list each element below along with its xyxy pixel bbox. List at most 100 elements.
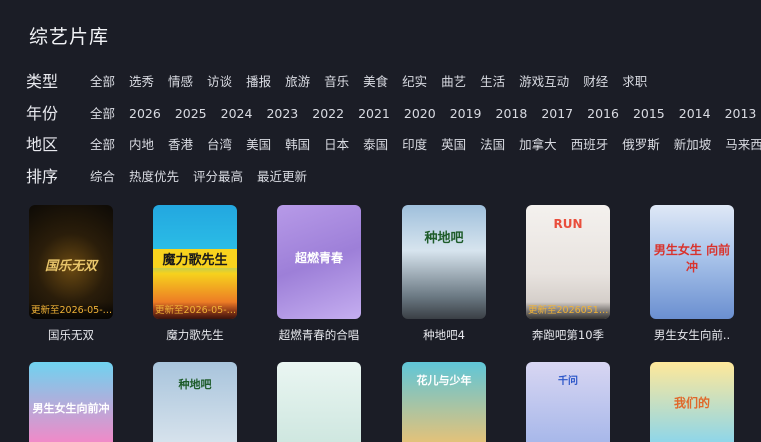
show-card-row2-1[interactable]: 男生女生向前冲 [29, 362, 113, 442]
poster-image: 超燃青春 [277, 205, 361, 319]
filter-option[interactable]: 音乐 [324, 71, 349, 93]
filter-option[interactable]: 全部 [90, 103, 115, 125]
filter-option[interactable]: 内地 [129, 134, 154, 156]
filter-option[interactable]: 法国 [480, 134, 505, 156]
filter-option[interactable]: 俄罗斯 [622, 134, 660, 156]
filter-option[interactable]: 选秀 [129, 71, 154, 93]
filter-label: 排序 [26, 167, 59, 186]
filter-options: 全部 选秀 情感 访谈 播报 旅游 音乐 美食 纪实 曲艺 生活 游戏互动 财经 求职 [90, 71, 661, 93]
filter-option[interactable]: 访谈 [207, 71, 232, 93]
filter-option[interactable]: 日本 [324, 134, 349, 156]
filter-option[interactable]: 评分最高 [193, 166, 243, 188]
filter-option[interactable]: 热度优先 [129, 166, 179, 188]
filter-option[interactable]: 最近更新 [257, 166, 307, 188]
filter-option[interactable]: 2016 [587, 103, 619, 125]
page-title: 综艺片库 [29, 26, 110, 48]
filter-option[interactable]: 2022 [312, 103, 344, 125]
poster-image [277, 362, 361, 442]
filter-option[interactable]: 2017 [541, 103, 573, 125]
filter-option[interactable]: 纪实 [402, 71, 427, 93]
filter-option[interactable]: 美食 [363, 71, 388, 93]
filter-option[interactable]: 生活 [480, 71, 505, 93]
filter-option[interactable]: 求职 [622, 71, 647, 93]
update-badge: 更新至2026-05-1.. [153, 302, 237, 319]
show-card-row2-4[interactable]: 花儿与少年 [402, 362, 486, 442]
show-card-guoyue[interactable]: 国乐无双 更新至2026-05-1.. 国乐无双 [29, 205, 113, 343]
update-badge: 更新至20260513.. [526, 302, 610, 319]
poster-art-text: RUN [553, 217, 583, 231]
poster-image: 国乐无双 更新至2026-05-1.. [29, 205, 113, 319]
filter-option[interactable]: 泰国 [363, 134, 388, 156]
show-card-moli[interactable]: 魔力歌先生 更新至2026-05-1.. 魔力歌先生 [153, 205, 237, 343]
filter-option[interactable]: 2021 [358, 103, 390, 125]
filter-option[interactable]: 2013 [725, 103, 757, 125]
show-card-row2-5[interactable]: 千问 [526, 362, 610, 442]
filter-option[interactable]: 全部 [90, 134, 115, 156]
show-card-zhongdi[interactable]: 种地吧 种地吧4 [402, 205, 486, 343]
filter-option[interactable]: 新加坡 [674, 134, 712, 156]
filter-option[interactable]: 旅游 [285, 71, 310, 93]
poster-art-text: 男生女生向前冲 [32, 402, 110, 415]
filter-option[interactable]: 全部 [90, 71, 115, 93]
poster-art-text: 男生女生 向前冲 [653, 243, 731, 274]
show-title: 国乐无双 [48, 328, 94, 342]
show-card-row2-2[interactable]: 种地吧 [153, 362, 237, 442]
poster-image: 魔力歌先生 更新至2026-05-1.. [153, 205, 237, 319]
filter-option[interactable]: 香港 [168, 134, 193, 156]
show-title: 男生女生向前.. [653, 328, 731, 342]
filter-option[interactable]: 台湾 [207, 134, 232, 156]
poster-art-text: 国乐无双 [44, 259, 97, 274]
poster-image: RUN 更新至20260513.. [526, 205, 610, 319]
show-card-nansheng[interactable]: 男生女生 向前冲 男生女生向前.. [650, 205, 734, 343]
poster-art-text: 花儿与少年 [416, 374, 472, 387]
filter-option[interactable]: 英国 [441, 134, 466, 156]
poster-art-text: 种地吧 [178, 378, 212, 391]
filter-option[interactable]: 2019 [450, 103, 482, 125]
show-card-benpao[interactable]: RUN 更新至20260513.. 奔跑吧第10季 [526, 205, 610, 343]
filter-option[interactable]: 印度 [402, 134, 427, 156]
filter-row-year: 年份 全部 2026 2025 2024 2023 2022 2021 2020 2019 201… [26, 103, 761, 125]
filter-option[interactable]: 西班牙 [571, 134, 609, 156]
show-card-chaoran[interactable]: 超燃青春 超燃青春的合唱 [277, 205, 361, 343]
filter-row-type: 类型 全部 选秀 情感 访谈 播报 旅游 音乐 美食 纪实 曲艺 生活 游戏互动 财经 求职 [26, 71, 761, 93]
update-badge: 更新至2026-05-1.. [29, 302, 113, 319]
filter-label: 地区 [26, 135, 59, 154]
filter-row-sort: 排序 综合 热度优先 评分最高 最近更新 [26, 166, 761, 188]
show-title: 种地吧4 [423, 328, 465, 342]
filter-option[interactable]: 加拿大 [519, 134, 557, 156]
filter-option[interactable]: 情感 [168, 71, 193, 93]
poster-art-text: 超燃青春 [294, 251, 343, 265]
poster-image: 花儿与少年 [402, 362, 486, 442]
filter-option[interactable]: 2018 [496, 103, 528, 125]
poster-art-text: 魔力歌先生 [153, 249, 237, 268]
filter-option[interactable]: 2023 [266, 103, 298, 125]
filter-option[interactable]: 播报 [246, 71, 271, 93]
filter-option[interactable]: 马来西 [725, 134, 761, 156]
poster-image: 我们的 [650, 362, 734, 442]
filter-option[interactable]: 2020 [404, 103, 436, 125]
filter-option[interactable]: 2015 [633, 103, 665, 125]
filter-option[interactable]: 2014 [679, 103, 711, 125]
filter-options: 综合 热度优先 评分最高 最近更新 [90, 166, 321, 188]
poster-image: 种地吧 [402, 205, 486, 319]
filter-row-region: 地区 全部 内地 香港 台湾 美国 韩国 日本 泰国 印度 英国 法国 加拿大 西班牙 俄罗斯 新加坡 马来西 [26, 134, 761, 156]
filter-option[interactable]: 游戏互动 [519, 71, 569, 93]
poster-image: 千问 [526, 362, 610, 442]
show-card-row2-6[interactable]: 我们的 [650, 362, 734, 442]
poster-image: 男生女生 向前冲 [650, 205, 734, 319]
filter-option[interactable]: 曲艺 [441, 71, 466, 93]
filter-label: 类型 [26, 72, 59, 91]
filter-option[interactable]: 美国 [246, 134, 271, 156]
show-card-row2-3[interactable] [277, 362, 361, 442]
show-title: 超燃青春的合唱 [278, 328, 360, 342]
filter-option[interactable]: 综合 [90, 166, 115, 188]
filter-label: 年份 [26, 104, 59, 123]
filter-option[interactable]: 韩国 [285, 134, 310, 156]
filter-option[interactable]: 2026 [129, 103, 161, 125]
filter-option[interactable]: 2025 [175, 103, 207, 125]
poster-art-text: 千问 [558, 376, 578, 387]
show-title: 魔力歌先生 [166, 328, 224, 342]
poster-art-text: 我们的 [673, 396, 710, 410]
filter-option[interactable]: 2024 [221, 103, 253, 125]
filter-option[interactable]: 财经 [583, 71, 608, 93]
